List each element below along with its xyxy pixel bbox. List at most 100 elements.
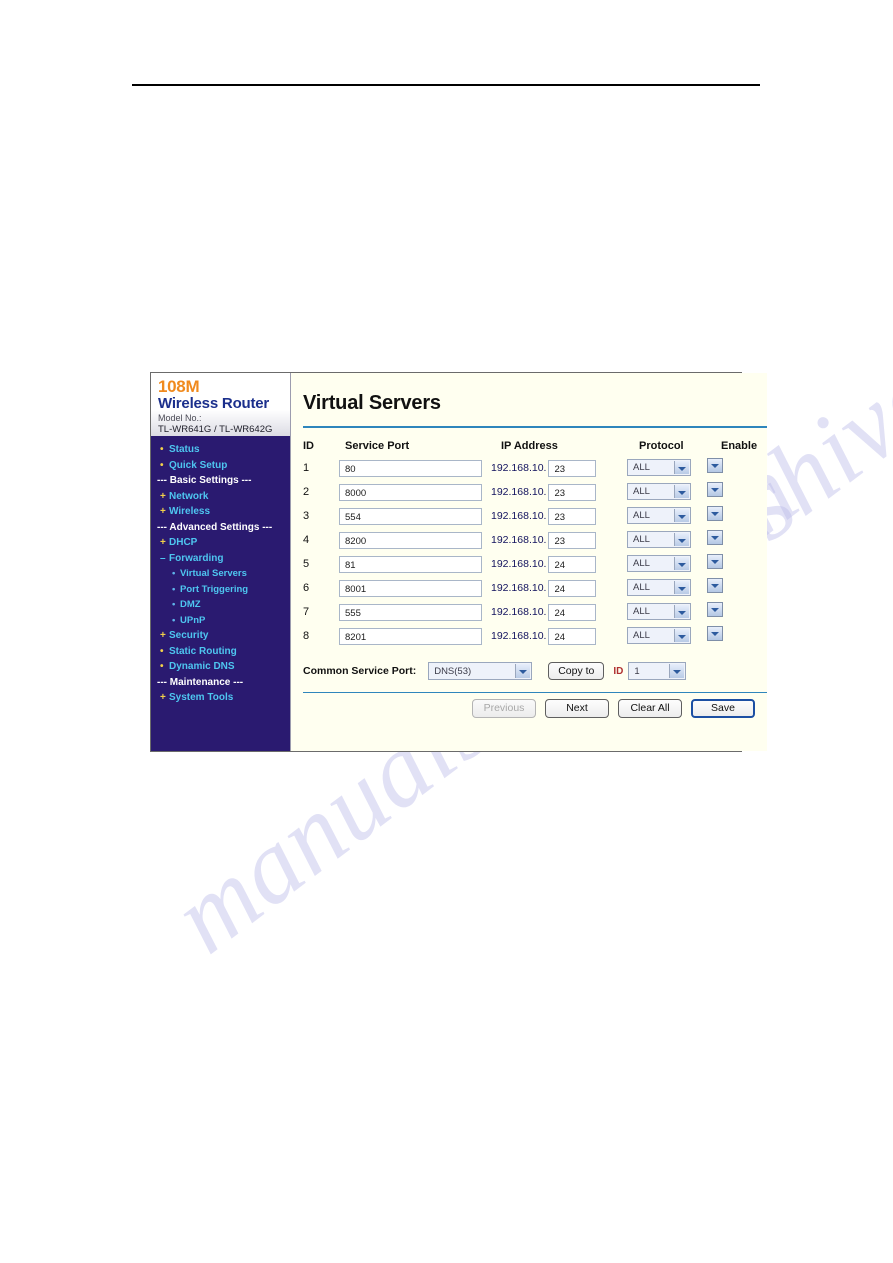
sidebar-item-static-routing[interactable]: • Static Routing <box>151 644 290 660</box>
bullet-icon: + <box>160 537 166 548</box>
service-port-input[interactable]: 80 <box>339 459 482 477</box>
sidebar-item-advanced-settings: --- Advanced Settings --- <box>151 520 290 536</box>
sidebar-item-network[interactable]: + Network <box>151 489 290 505</box>
protocol-select[interactable]: ALL <box>627 459 691 477</box>
chevron-down-icon <box>669 664 685 678</box>
save-button[interactable]: Save <box>691 699 755 718</box>
sidebar-item-wireless[interactable]: + Wireless <box>151 504 290 520</box>
protocol-select[interactable]: ALL <box>627 627 691 645</box>
bullet-icon: • <box>172 599 176 610</box>
sidebar-item-maintenance: --- Maintenance --- <box>151 675 290 691</box>
row-id: 7 <box>303 606 310 618</box>
bullet-icon: + <box>160 692 166 703</box>
table-row: 2 8000 192.168.10. 23 ALL <box>303 480 767 504</box>
sidebar-item-quick-setup[interactable]: • Quick Setup <box>151 458 290 474</box>
chevron-down-icon <box>674 509 689 523</box>
bullet-icon: • <box>160 645 164 657</box>
copy-to-id-select[interactable]: 1 <box>628 662 687 680</box>
protocol-select[interactable]: ALL <box>627 507 691 525</box>
sidebar-item-security[interactable]: + Security <box>151 628 290 644</box>
ip-prefix-label: 192.168.10. <box>491 630 547 642</box>
enable-select[interactable] <box>707 626 723 641</box>
sidebar: 108M Wireless Router Model No.: TL-WR641… <box>151 373 290 751</box>
sidebar-item-label: Dynamic DNS <box>169 661 235 672</box>
sidebar-item-dynamic-dns[interactable]: • Dynamic DNS <box>151 659 290 675</box>
next-button[interactable]: Next <box>545 699 609 718</box>
ip-suffix-input[interactable]: 23 <box>548 531 597 549</box>
enable-select[interactable] <box>707 530 723 545</box>
common-service-port-select[interactable]: DNS(53) <box>428 662 533 680</box>
protocol-select[interactable]: ALL <box>627 483 691 501</box>
chevron-down-icon <box>674 485 689 499</box>
copy-to-button[interactable]: Copy to <box>548 662 605 680</box>
table-row: 1 80 192.168.10. 23 ALL <box>303 456 767 480</box>
protocol-select[interactable]: ALL <box>627 555 691 573</box>
sidebar-item-label: --- Advanced Settings --- <box>157 521 273 533</box>
chevron-down-icon <box>674 533 689 547</box>
sidebar-item-label: --- Basic Settings --- <box>157 475 252 486</box>
enable-select[interactable] <box>707 578 723 593</box>
sidebar-item-system-tools[interactable]: + System Tools <box>151 690 290 706</box>
ip-prefix-label: 192.168.10. <box>491 534 547 546</box>
chevron-down-icon <box>674 629 689 643</box>
common-service-port-label: Common Service Port: <box>303 665 417 677</box>
brand-speed: 108M <box>158 377 200 396</box>
sidebar-item-virtual-servers[interactable]: • Virtual Servers <box>151 566 290 582</box>
ip-suffix-input[interactable]: 23 <box>548 507 597 525</box>
service-port-input[interactable]: 81 <box>339 555 482 573</box>
ip-suffix-input[interactable]: 24 <box>548 579 597 597</box>
table-row: 6 8001 192.168.10. 24 ALL <box>303 576 767 600</box>
sidebar-item-label: Quick Setup <box>169 459 228 471</box>
service-port-input[interactable]: 8201 <box>339 627 482 645</box>
enable-select[interactable] <box>707 482 723 497</box>
ip-suffix-input[interactable]: 24 <box>548 627 597 645</box>
enable-select[interactable] <box>707 554 723 569</box>
sidebar-item-forwarding[interactable]: – Forwarding <box>151 551 290 567</box>
bullet-icon: • <box>160 661 164 672</box>
virtual-servers-table: ID Service Port IP Address Protocol Enab… <box>291 436 767 648</box>
ip-suffix-input[interactable]: 24 <box>548 603 597 621</box>
table-row: 4 8200 192.168.10. 23 ALL <box>303 528 767 552</box>
row-id: 1 <box>303 462 310 474</box>
clear-all-button[interactable]: Clear All <box>618 699 682 718</box>
protocol-select[interactable]: ALL <box>627 579 691 597</box>
sidebar-item-upnp[interactable]: • UPnP <box>151 613 290 629</box>
enable-select[interactable] <box>707 458 723 473</box>
ip-prefix-label: 192.168.10. <box>491 606 547 618</box>
service-port-input[interactable]: 8200 <box>339 531 482 549</box>
sidebar-item-label: --- Maintenance --- <box>157 676 244 688</box>
chevron-down-icon <box>674 581 689 595</box>
bullet-icon: + <box>160 490 166 502</box>
table-row: 8 8201 192.168.10. 24 ALL <box>303 624 767 648</box>
service-port-input[interactable]: 554 <box>339 507 482 525</box>
ip-suffix-input[interactable]: 23 <box>548 483 597 501</box>
service-port-input[interactable]: 8001 <box>339 579 482 597</box>
sidebar-item-port-triggering[interactable]: • Port Triggering <box>151 582 290 598</box>
table-row: 3 554 192.168.10. 23 ALL <box>303 504 767 528</box>
brand-model-value: TL-WR641G / TL-WR642G <box>158 424 273 435</box>
sidebar-item-status[interactable]: • Status <box>151 442 290 458</box>
chevron-down-icon <box>674 461 689 475</box>
row-id: 8 <box>303 630 310 642</box>
row-id: 6 <box>303 582 310 594</box>
sidebar-item-label: Forwarding <box>169 552 224 564</box>
previous-button: Previous <box>472 699 536 718</box>
sidebar-item-label: Static Routing <box>169 645 237 657</box>
table-row: 5 81 192.168.10. 24 ALL <box>303 552 767 576</box>
brand-model-label: Model No.: <box>158 413 202 423</box>
service-port-input[interactable]: 555 <box>339 603 482 621</box>
sidebar-item-label: Network <box>169 490 209 502</box>
enable-select[interactable] <box>707 602 723 617</box>
service-port-input[interactable]: 8000 <box>339 483 482 501</box>
sidebar-item-dhcp[interactable]: + DHCP <box>151 535 290 551</box>
protocol-select[interactable]: ALL <box>627 603 691 621</box>
ip-suffix-input[interactable]: 24 <box>548 555 597 573</box>
sidebar-item-dmz[interactable]: • DMZ <box>151 597 290 613</box>
sidebar-item-label: Wireless <box>169 506 211 517</box>
protocol-select[interactable]: ALL <box>627 531 691 549</box>
ip-suffix-input[interactable]: 23 <box>548 459 597 477</box>
enable-select[interactable] <box>707 506 723 521</box>
sidebar-item-label: DHCP <box>169 537 198 548</box>
bullet-icon: • <box>172 568 176 579</box>
sidebar-item-label: DMZ <box>180 599 201 610</box>
